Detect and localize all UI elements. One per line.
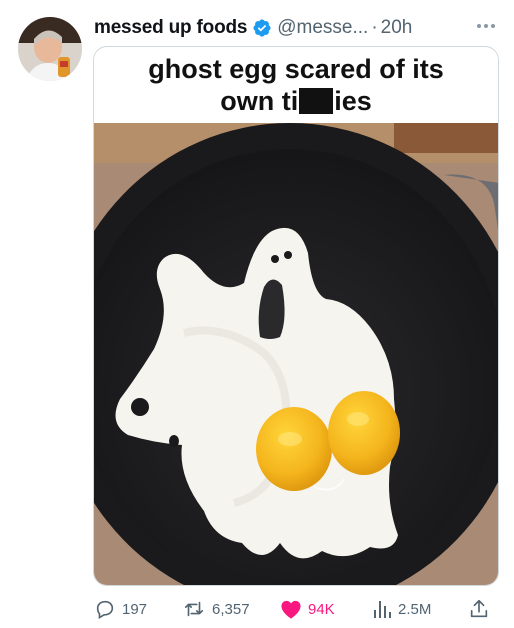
heart-icon <box>281 600 301 619</box>
display-name[interactable]: messed up foods <box>94 17 247 39</box>
caption-line-2-start: own ti <box>220 86 299 116</box>
caption-line-1: ghost egg scared of its <box>148 54 444 84</box>
avatar-image <box>18 17 82 81</box>
tweet-header: messed up foods @messe... · 20h <box>94 16 412 40</box>
handle[interactable]: @messe... <box>277 17 368 39</box>
like-count: 94K <box>308 600 335 618</box>
timestamp[interactable]: 20h <box>381 17 413 39</box>
views-icon <box>374 601 391 618</box>
caption-line-2-end: ies <box>334 86 372 116</box>
avatar[interactable] <box>18 17 82 81</box>
ghost-egg-photo[interactable] <box>94 123 498 585</box>
more-icon[interactable] <box>472 16 500 36</box>
reply-count: 197 <box>122 600 148 618</box>
reply-button[interactable]: 197 <box>94 596 147 622</box>
media-card[interactable]: ghost egg scared of its own ti ies <box>93 46 499 586</box>
meme-caption: ghost egg scared of its own ti ies <box>94 47 498 123</box>
retweet-icon <box>184 601 204 617</box>
verified-badge-icon <box>252 18 272 38</box>
view-count: 2.5M <box>398 600 432 618</box>
retweet-count: 6,357 <box>212 600 250 618</box>
separator-dot: · <box>371 17 378 38</box>
reply-icon <box>96 600 114 619</box>
caption-line-2: own ti ies <box>220 85 372 117</box>
censor-bar <box>299 88 334 114</box>
share-icon <box>470 599 488 618</box>
share-button[interactable] <box>468 596 490 622</box>
retweet-button[interactable]: 6,357 <box>182 596 250 622</box>
action-bar: 197 6,357 94K 2.5M <box>94 596 504 622</box>
views-button[interactable]: 2.5M <box>372 596 431 622</box>
like-button[interactable]: 94K <box>280 596 335 622</box>
